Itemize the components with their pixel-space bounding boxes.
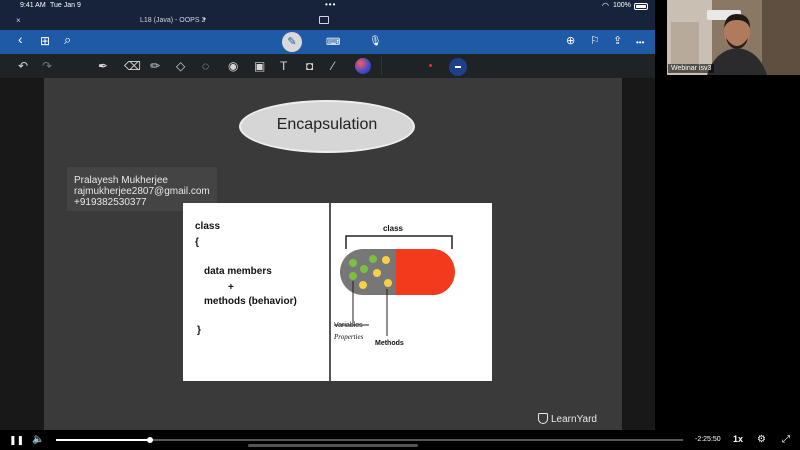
share-icon[interactable]: ⇪ [613, 34, 622, 48]
seek-bar[interactable] [56, 437, 683, 443]
variable-dot [349, 272, 357, 280]
app-toolbar: ‹ ⊞ ⌕ ✎ ⌨ 🎙 ⊕ ⚐ ⇪ ••• [0, 30, 655, 54]
microphone-icon[interactable]: 🎙 [369, 35, 382, 49]
shapes-icon[interactable]: ◇ [176, 59, 185, 73]
more-icon[interactable]: ••• [636, 36, 644, 50]
highlighter-icon[interactable]: ✏ [150, 59, 160, 73]
search-icon[interactable]: ⌕ [64, 33, 71, 47]
home-indicator[interactable] [248, 444, 418, 447]
webcam-participant-name: Webinar isv3 [668, 64, 715, 73]
keyboard-icon[interactable]: ⌨ [326, 36, 340, 50]
playback-speed-button[interactable]: 1x [733, 434, 743, 444]
pen-tool-icon[interactable]: ✒ [98, 59, 108, 73]
red-color-swatch[interactable] [429, 64, 432, 67]
properties-label: Properties [333, 333, 364, 341]
sidebar-toggle-icon[interactable] [319, 16, 329, 24]
close-icon[interactable]: × [16, 16, 21, 25]
page-heading: Encapsulation [276, 116, 378, 133]
wifi-icon: ◠ [602, 1, 609, 10]
screen: 9:41 AM Tue Jan 9 ••• ◠ 100% × L18 (Java… [0, 0, 800, 450]
ruler-icon[interactable]: ⁄ [332, 59, 334, 73]
volume-icon[interactable]: 🔈 [32, 434, 44, 445]
redo-icon[interactable]: ↷ [42, 59, 52, 73]
capsule-class-label: class [383, 224, 404, 233]
gear-icon[interactable]: ⚙ [757, 434, 766, 445]
method-dot [382, 256, 390, 264]
pause-icon[interactable]: ❚❚ [9, 435, 24, 446]
method-dot [384, 279, 392, 287]
pen-mode-icon[interactable]: ✎ [282, 32, 302, 52]
camera-icon[interactable]: ◘ [306, 59, 313, 73]
capsule-left-half [340, 249, 396, 295]
watermark-email: rajmukherjee2807@gmail.com [74, 186, 210, 197]
brand-name: LearnYard [551, 414, 597, 425]
lasso-icon[interactable]: ◌ [202, 59, 209, 73]
capsule-right-half [396, 249, 455, 295]
learnyard-shield-icon [538, 413, 548, 424]
status-date: Tue Jan 9 [50, 2, 81, 9]
document-title[interactable]: L18 (Java) - OOPS 2 [140, 17, 205, 24]
variable-dot [349, 259, 357, 267]
color-picker-icon[interactable] [355, 58, 371, 74]
battery-percent: 100% [613, 2, 631, 9]
method-dot [359, 281, 367, 289]
capsule-diagram: class Variables Properties Methods [333, 224, 455, 347]
variable-dot [369, 255, 377, 263]
seek-bar-progress [56, 439, 151, 441]
time-remaining: -2:25:50 [695, 436, 721, 443]
add-page-icon[interactable]: ⊕ [566, 34, 575, 48]
method-dot [373, 269, 381, 277]
class-bracket [345, 235, 453, 249]
battery-icon [634, 3, 648, 10]
document-title-bar: × L18 (Java) - OOPS 2 ▾ [0, 12, 655, 30]
eraser-icon[interactable]: ⌫ [124, 59, 141, 73]
image-icon[interactable]: ▣ [254, 59, 265, 73]
encapsulation-slide: class { data members + methods (behavior… [183, 203, 492, 381]
drawing-tools-bar: ↶ ↷ ✒ ⌫ ✏ ◇ ◌ ◉ ▣ T ◘ ⁄ [0, 54, 655, 78]
ios-status-bar: 9:41 AM Tue Jan 9 ••• ◠ 100% [0, 0, 655, 12]
fullscreen-icon[interactable]: ⤢ [782, 434, 790, 445]
video-player-controls: ❚❚ 🔈 -2:25:50 1x ⚙ ⤢ [0, 430, 800, 450]
undo-icon[interactable]: ↶ [18, 59, 28, 73]
watermark-name: Pralayesh Mukherjee [74, 175, 168, 186]
chevron-down-icon[interactable]: ▾ [203, 16, 206, 23]
tools-divider [381, 57, 382, 75]
text-box-icon[interactable]: T [280, 59, 287, 73]
stroke-width-swatch[interactable] [449, 58, 467, 76]
learnyard-logo: LearnYard [538, 413, 597, 425]
seek-bar-thumb[interactable] [147, 437, 154, 443]
back-icon[interactable]: ‹ [18, 32, 23, 46]
multitask-dots-icon[interactable]: ••• [325, 0, 336, 9]
status-time: 9:41 AM [20, 2, 46, 9]
laser-pointer-icon[interactable]: ◉ [228, 59, 238, 73]
bookmark-icon[interactable]: ⚐ [590, 34, 600, 48]
variable-dot [360, 265, 368, 273]
methods-label: Methods [375, 340, 404, 347]
grid-icon[interactable]: ⊞ [40, 34, 50, 48]
